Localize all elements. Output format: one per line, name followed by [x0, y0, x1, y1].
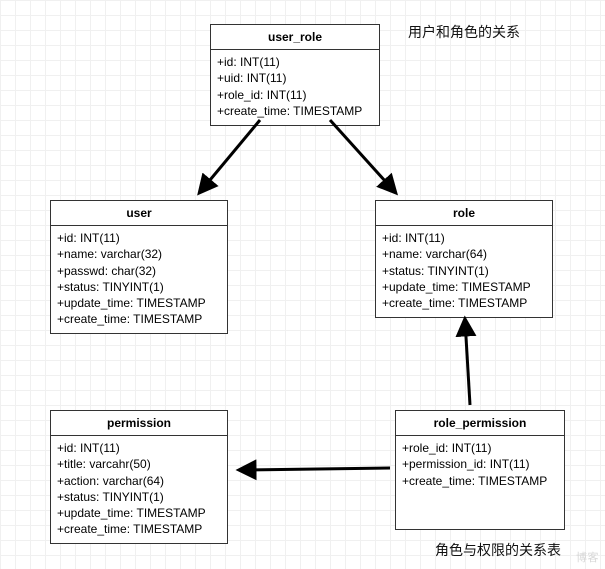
entity-body: +id: INT(11) +name: varchar(32) +passwd:… [51, 226, 227, 333]
field: +create_time: TIMESTAMP [57, 521, 221, 537]
field: +id: INT(11) [382, 230, 546, 246]
field: +name: varchar(64) [382, 246, 546, 262]
field: +role_id: INT(11) [217, 87, 373, 103]
entity-permission: permission +id: INT(11) +title: varcahr(… [50, 410, 228, 544]
entity-body: +id: INT(11) +name: varchar(64) +status:… [376, 226, 552, 317]
field: +id: INT(11) [57, 440, 221, 456]
field: +action: varchar(64) [57, 473, 221, 489]
entity-body: +role_id: INT(11) +permission_id: INT(11… [396, 436, 564, 495]
entity-title: role [376, 201, 552, 226]
field: +passwd: char(32) [57, 263, 221, 279]
field: +name: varchar(32) [57, 246, 221, 262]
entity-role-permission: role_permission +role_id: INT(11) +permi… [395, 410, 565, 530]
field: +permission_id: INT(11) [402, 456, 558, 472]
entity-user: user +id: INT(11) +name: varchar(32) +pa… [50, 200, 228, 334]
arrow-userrole-to-user [200, 120, 260, 192]
arrow-rolepermission-to-permission [240, 468, 390, 470]
entity-title: role_permission [396, 411, 564, 436]
arrow-rolepermission-to-role [465, 320, 470, 405]
label-user-role-relation: 用户和角色的关系 [408, 22, 520, 42]
watermark: 博客 [576, 549, 599, 565]
entity-title: user [51, 201, 227, 226]
field: +id: INT(11) [217, 54, 373, 70]
field: +create_time: TIMESTAMP [402, 473, 558, 489]
field: +create_time: TIMESTAMP [217, 103, 373, 119]
diagram-canvas: 用户和角色的关系 角色与权限的关系表 user_role +id: INT(11… [0, 0, 605, 569]
entity-body: +id: INT(11) +title: varcahr(50) +action… [51, 436, 227, 543]
label-role-permission-relation: 角色与权限的关系表 [435, 540, 561, 560]
field: +create_time: TIMESTAMP [57, 311, 221, 327]
field: +role_id: INT(11) [402, 440, 558, 456]
field: +status: TINYINT(1) [382, 263, 546, 279]
field: +title: varcahr(50) [57, 456, 221, 472]
entity-title: permission [51, 411, 227, 436]
entity-user-role: user_role +id: INT(11) +uid: INT(11) +ro… [210, 24, 380, 126]
entity-title: user_role [211, 25, 379, 50]
field: +uid: INT(11) [217, 70, 373, 86]
field: +update_time: TIMESTAMP [382, 279, 546, 295]
entity-role: role +id: INT(11) +name: varchar(64) +st… [375, 200, 553, 318]
field: +update_time: TIMESTAMP [57, 295, 221, 311]
field: +status: TINYINT(1) [57, 279, 221, 295]
field: +id: INT(11) [57, 230, 221, 246]
field: +create_time: TIMESTAMP [382, 295, 546, 311]
arrow-userrole-to-role [330, 120, 395, 192]
field: +status: TINYINT(1) [57, 489, 221, 505]
entity-body: +id: INT(11) +uid: INT(11) +role_id: INT… [211, 50, 379, 125]
field: +update_time: TIMESTAMP [57, 505, 221, 521]
